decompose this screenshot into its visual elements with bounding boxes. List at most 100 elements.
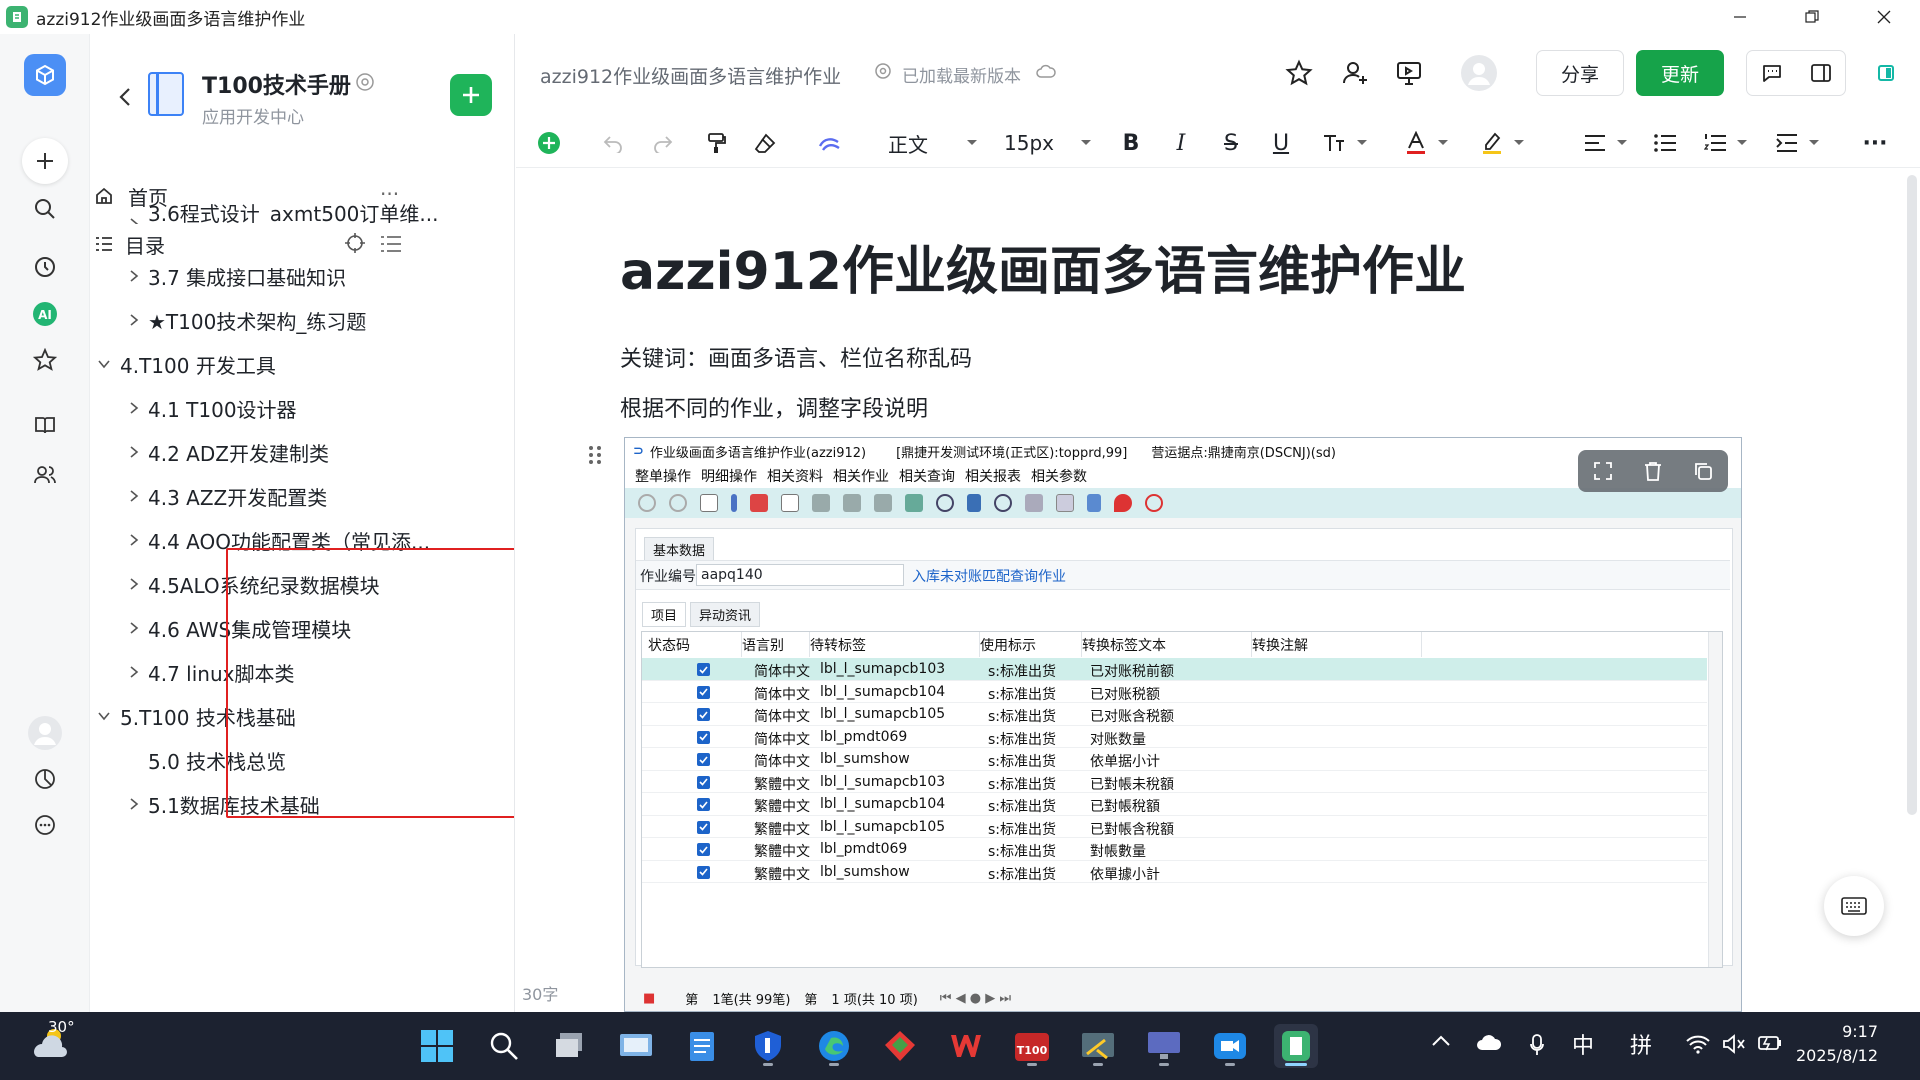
align-dropdown[interactable] [1576, 126, 1636, 160]
document-title[interactable]: azzi912作业级画面多语言维护作业 [620, 229, 1466, 304]
chevron-right-icon[interactable] [126, 796, 142, 812]
chevron-right-icon[interactable] [126, 576, 142, 592]
close-window-button[interactable] [1848, 0, 1920, 34]
favorites-star-icon[interactable] [22, 337, 68, 383]
outline-toggle-icon[interactable] [1868, 50, 1904, 96]
insert-plus-icon[interactable] [532, 126, 566, 160]
more-tools-icon[interactable]: ··· [1858, 126, 1892, 160]
font-color-dropdown[interactable] [1394, 126, 1460, 160]
chevron-right-icon[interactable] [126, 400, 142, 416]
tray-battery-icon[interactable] [1758, 1034, 1782, 1052]
embedded-screenshot[interactable]: ⊃ 作业级画面多语言维护作业(azzi912) [鼎捷开发测试环境(正式区):t… [624, 437, 1742, 1012]
chevron-right-icon[interactable] [126, 664, 142, 680]
keyboard-shortcuts-icon[interactable] [1824, 876, 1884, 936]
font-size-dropdown[interactable]: 15px [1004, 126, 1092, 160]
embed-field-link[interactable]: 入库未对账匹配查询作业 [912, 566, 1066, 586]
tray-expand-icon[interactable] [1432, 1034, 1450, 1046]
create-plus-icon[interactable] [22, 138, 68, 184]
locate-crosshair-icon[interactable] [344, 232, 366, 254]
recent-clock-icon[interactable] [22, 244, 68, 290]
star-icon[interactable] [1276, 50, 1322, 96]
chevron-down-icon[interactable] [96, 356, 112, 372]
undo-icon[interactable] [596, 126, 630, 160]
paragraph-description[interactable]: 根据不同的作业，调整字段说明 [620, 391, 928, 423]
tray-mic-icon[interactable] [1530, 1034, 1544, 1056]
back-chevron-icon[interactable] [118, 86, 132, 108]
taskbar-edge-icon[interactable] [812, 1024, 856, 1068]
ai-format-icon[interactable] [812, 126, 848, 160]
format-painter-icon[interactable] [700, 126, 734, 160]
drag-handle-icon[interactable] [588, 444, 602, 466]
taskbar-notepad-icon[interactable] [680, 1024, 724, 1068]
strikethrough-icon[interactable]: S [1214, 126, 1248, 160]
embed-field-input[interactable]: aapq140 [696, 564, 904, 586]
new-doc-button[interactable] [450, 74, 492, 116]
sidebar-item[interactable]: 3.7 集成接口基础知识 [90, 252, 500, 300]
chevron-right-icon[interactable] [126, 620, 142, 636]
copy-icon[interactable] [1692, 460, 1714, 482]
knowledge-book-icon[interactable] [22, 402, 68, 448]
tray-cloud-icon[interactable] [1476, 1034, 1502, 1052]
add-collaborator-icon[interactable] [1332, 50, 1378, 96]
taskbar-video-icon[interactable] [1208, 1024, 1252, 1068]
user-avatar[interactable] [22, 710, 68, 756]
collaborator-avatar[interactable] [1456, 50, 1502, 96]
comments-icon[interactable] [1747, 61, 1796, 85]
taskbar-app-remote-icon[interactable] [614, 1024, 658, 1068]
theme-palette-icon[interactable] [22, 756, 68, 802]
text-style-dropdown[interactable]: 正文 [888, 126, 978, 160]
taskbar-clock[interactable]: 9:17 2025/8/12 [1796, 1020, 1878, 1068]
delete-icon[interactable] [1642, 460, 1664, 482]
ai-assistant-icon[interactable]: AI [22, 291, 68, 337]
taskbar-shield-icon[interactable] [746, 1024, 790, 1068]
update-button[interactable]: 更新 [1636, 50, 1724, 96]
taskbar-snip-icon[interactable] [1076, 1024, 1120, 1068]
more-options-icon[interactable] [22, 802, 68, 848]
sidebar-item[interactable]: 3.6程式设计_axmt500订单维... [90, 200, 500, 224]
document-scrollbar[interactable] [1907, 175, 1917, 815]
chevron-right-icon[interactable] [126, 268, 142, 284]
restore-button[interactable] [1776, 0, 1848, 34]
present-icon[interactable] [1386, 50, 1432, 96]
italic-icon[interactable]: I [1164, 126, 1198, 160]
chevron-right-icon[interactable] [126, 312, 142, 328]
expand-icon[interactable] [1592, 460, 1614, 482]
minimize-button[interactable] [1704, 0, 1776, 34]
kb-settings-icon[interactable] [355, 72, 375, 92]
sidebar-item[interactable]: 4.3 AZZ开发配置类 [90, 472, 500, 520]
sidebar-item[interactable]: 4.2 ADZ开发建制类 [90, 428, 500, 476]
text-size-dropdown[interactable] [1310, 126, 1380, 160]
tray-wifi-icon[interactable] [1686, 1034, 1710, 1054]
indent-dropdown[interactable] [1766, 126, 1830, 160]
start-windows-icon[interactable] [415, 1024, 459, 1068]
taskbar-search-icon[interactable] [482, 1024, 526, 1068]
kb-title[interactable]: T100技术手册 [202, 68, 351, 100]
task-view-icon[interactable] [548, 1024, 592, 1068]
chevron-right-icon[interactable] [126, 444, 142, 460]
taskbar-monitor-icon[interactable] [1142, 1024, 1186, 1068]
taskbar-docs-app-icon[interactable] [1274, 1024, 1318, 1068]
tray-volume-muted-icon[interactable] [1722, 1034, 1746, 1054]
sidebar-item[interactable]: 4.1 T100设计器 [90, 384, 500, 432]
members-icon[interactable] [22, 452, 68, 498]
workspace-cube-icon[interactable] [24, 54, 66, 96]
numbered-list-dropdown[interactable] [1694, 126, 1758, 160]
chevron-right-icon[interactable] [126, 532, 142, 548]
clear-format-eraser-icon[interactable] [748, 126, 782, 160]
underline-icon[interactable]: U [1264, 126, 1298, 160]
highlight-dropdown[interactable] [1470, 126, 1536, 160]
doc-breadcrumb-title[interactable]: azzi912作业级画面多语言维护作业 [540, 62, 841, 89]
bullet-list-icon[interactable] [1648, 126, 1682, 160]
share-button[interactable]: 分享 [1536, 50, 1624, 96]
bold-icon[interactable]: B [1114, 126, 1148, 160]
chevron-right-icon[interactable] [126, 488, 142, 504]
chevron-down-icon[interactable] [96, 708, 112, 724]
collapse-list-icon[interactable] [380, 234, 402, 254]
ime-mode[interactable]: 拼 [1630, 1028, 1652, 1060]
ime-language[interactable]: 中 [1572, 1028, 1594, 1060]
chevron-right-icon[interactable] [126, 216, 142, 224]
taskbar-t100-icon[interactable]: T100 [1010, 1024, 1054, 1068]
paragraph-keywords[interactable]: 关键词：画面多语言、栏位名称乱码 [620, 341, 972, 373]
side-panel-icon[interactable] [1796, 61, 1845, 85]
taskbar-photos-icon[interactable] [878, 1024, 922, 1068]
